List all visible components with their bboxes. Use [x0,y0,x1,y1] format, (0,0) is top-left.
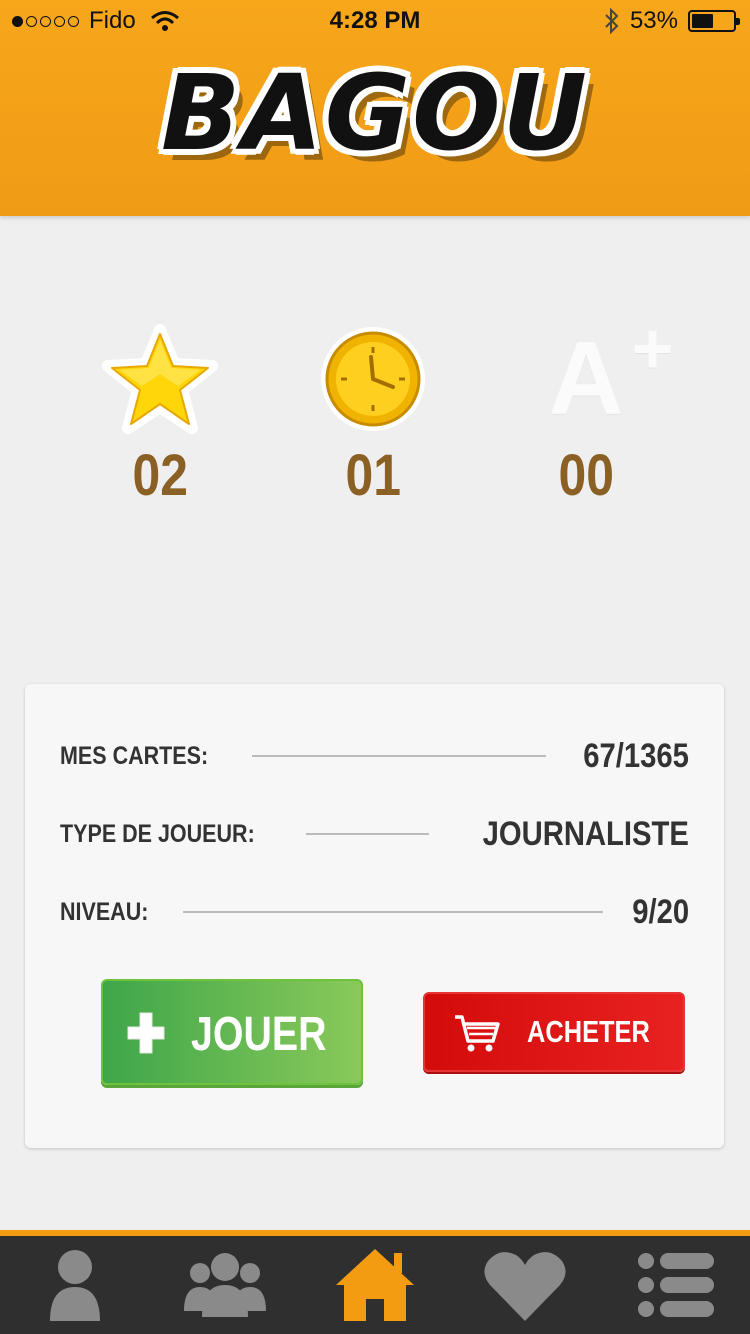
stat-value: 01 [345,443,401,508]
divider-line [252,755,547,757]
a-plus-sign: + [631,309,674,389]
tab-friends[interactable] [150,1236,300,1334]
divider-line [306,833,430,835]
tab-favorites[interactable] [450,1236,600,1334]
list-icon [638,1253,714,1317]
app-header: Fido 4:28 PM 53% BAGOU [0,0,750,216]
tab-home[interactable] [300,1236,450,1334]
bluetooth-icon [605,8,619,34]
stat-value: 02 [132,443,188,508]
play-button[interactable]: JOUER [101,979,363,1085]
divider-line [182,911,603,913]
status-right: 53% [604,7,740,35]
group-icon [184,1253,266,1317]
cart-icon [455,1015,500,1052]
stat-stars: 02 [60,324,260,509]
tab-bar [0,1230,750,1334]
cards-label: MES CARTES: [60,741,209,770]
a-plus-letter: A [548,321,624,437]
row-level: NIVEAU: 9/20 [60,892,689,932]
plus-icon [127,1012,165,1054]
tab-menu[interactable] [600,1236,750,1334]
cards-value: 67/1365 [583,736,689,775]
player-type-value: JOURNALISTE [482,814,689,853]
player-info-card: MES CARTES: 67/1365 TYPE DE JOUEUR: JOUR… [25,684,724,1148]
level-value: 9/20 [632,892,689,931]
clock-icon [321,327,425,431]
home-icon [336,1249,414,1321]
player-type-label: TYPE DE JOUEUR: [60,819,255,848]
a-plus-icon: A + [548,313,673,431]
tab-profile[interactable] [0,1236,150,1334]
battery-percent: 53% [629,7,678,34]
stat-grade: A + 00 [486,313,686,509]
app-logo: BAGOU [161,52,589,174]
buy-label: ACHETER [527,1014,650,1049]
stat-value: 00 [558,443,614,508]
row-cards: MES CARTES: 67/1365 [60,736,689,776]
buy-button[interactable]: ACHETER [423,992,685,1072]
stat-time: 01 [273,324,473,509]
user-icon [50,1250,100,1321]
play-label: JOUER [191,1008,327,1061]
level-label: NIVEAU: [60,897,149,926]
battery-icon [688,10,740,32]
heart-icon [484,1252,566,1321]
status-bar: Fido 4:28 PM 53% [0,0,750,40]
star-icon [102,324,218,434]
row-player-type: TYPE DE JOUEUR: JOURNALISTE [60,814,689,854]
